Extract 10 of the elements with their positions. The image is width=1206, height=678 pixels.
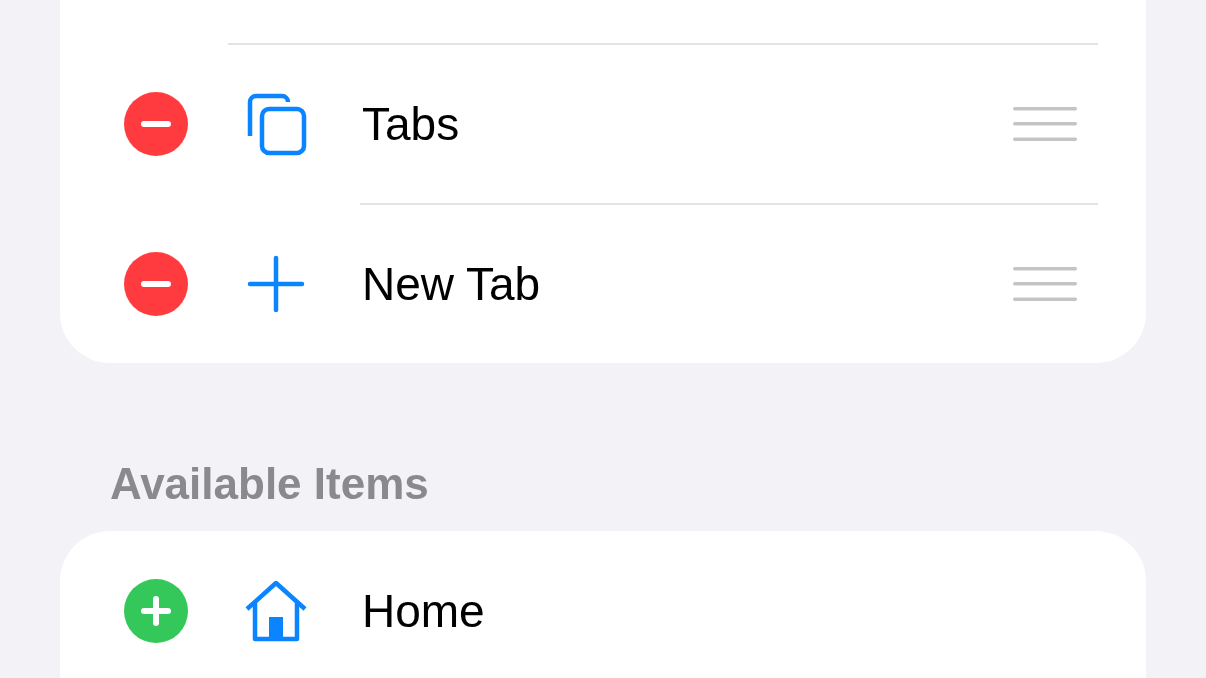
section-header: Available Items [109, 458, 430, 510]
drag-handle-icon[interactable] [1013, 107, 1077, 141]
remove-button[interactable] [124, 252, 188, 316]
house-icon [244, 579, 308, 643]
remove-button[interactable] [124, 92, 188, 156]
item-label: New Tab [362, 257, 542, 311]
item-label: Tabs [362, 97, 461, 151]
add-button[interactable] [124, 579, 188, 643]
item-label: Home [362, 584, 486, 638]
drag-handle-icon[interactable] [1013, 267, 1077, 301]
